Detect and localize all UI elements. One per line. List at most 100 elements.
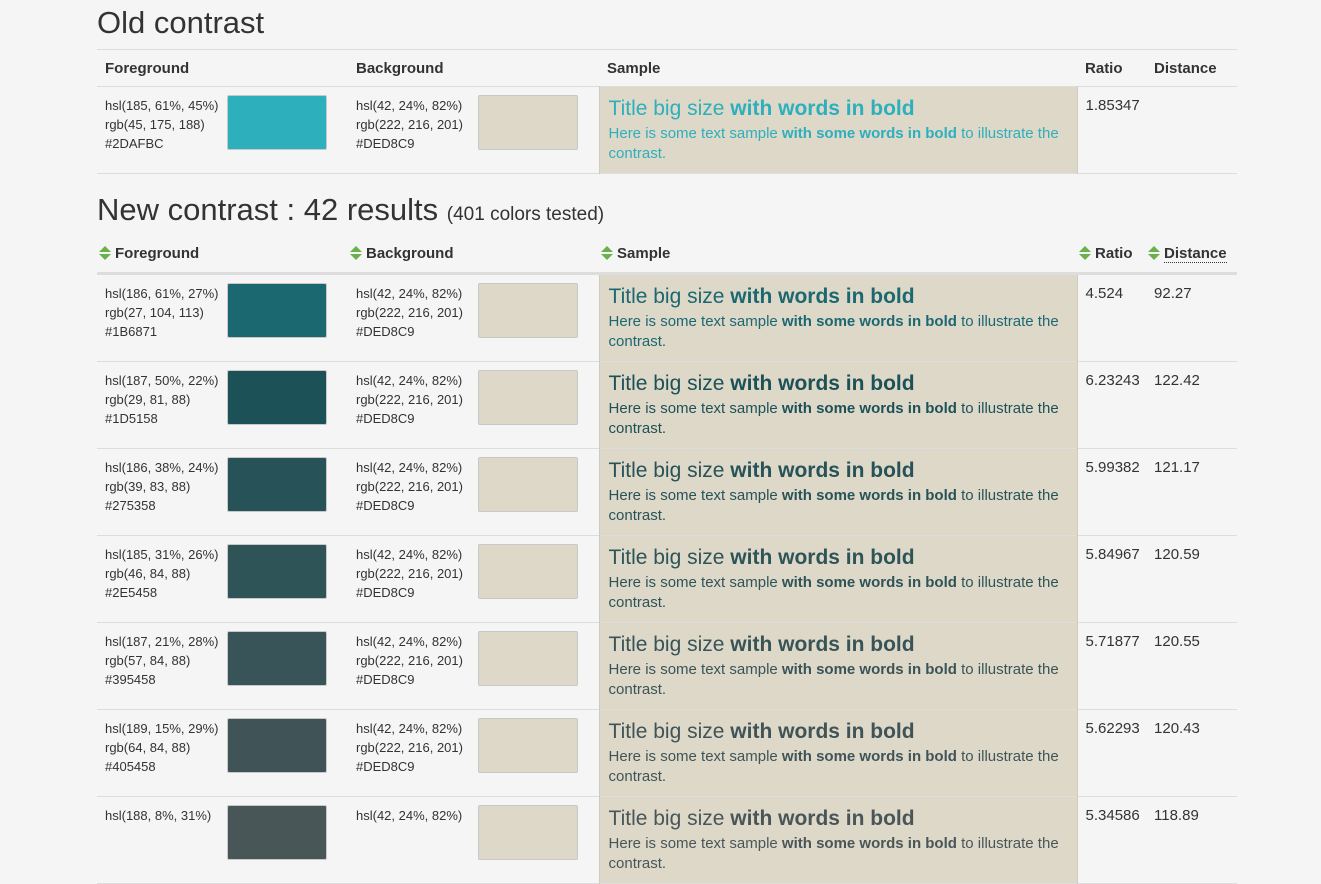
sort-sample[interactable]: Sample: [599, 236, 1077, 273]
sample-title: Title big size with words in bold: [609, 371, 1068, 397]
contrast-sample: Title big size with words in bold Here i…: [598, 709, 1078, 796]
sample-title: Title big size with words in bold: [609, 545, 1068, 571]
bg-swatch-cell: [478, 273, 599, 361]
new-table-header: Foreground Background Sample Ratio Dista…: [97, 236, 1238, 273]
fg-hex: #1D5158: [105, 410, 158, 426]
sample-title-regular: Title big size: [608, 284, 731, 308]
contrast-sample: Title big size with words in bold Here i…: [598, 86, 1078, 174]
sort-foreground[interactable]: Foreground: [97, 236, 348, 273]
fg-hex: #1B6871: [105, 323, 158, 339]
distance-value: 121.17: [1154, 458, 1200, 476]
background-values: hsl(42, 24%, 82%) rgb(222, 216, 201) #DE…: [348, 709, 478, 796]
sample-title-regular: Title big size: [608, 371, 731, 395]
table-row: hsl(185, 31%, 26%) rgb(46, 84, 88) #2E54…: [97, 535, 1238, 622]
foreground-swatch: [227, 456, 327, 512]
sample-title-regular: Title big size: [608, 545, 731, 569]
sort-background[interactable]: Background: [348, 236, 599, 273]
fg-rgb: rgb(64, 84, 88): [105, 739, 191, 755]
bg-swatch-cell: [478, 361, 599, 448]
table-row: hsl(188, 8%, 31%) hsl(42, 24%, 82%) Titl…: [97, 796, 1238, 883]
sort-arrows-icon: [1079, 246, 1092, 261]
old-table-header: Foreground Background Sample Ratio Dista…: [97, 49, 1238, 87]
sample-text-a: Here is some text sample: [608, 125, 782, 142]
fg-hsl: hsl(185, 31%, 26%): [105, 546, 219, 562]
bg-swatch-cell: [478, 87, 599, 174]
sample-text-bold: with some words in bold: [781, 747, 957, 765]
sample-title-bold: with words in bold: [730, 719, 915, 743]
bg-swatch-cell: [478, 709, 599, 796]
fg-hsl: hsl(188, 8%, 31%): [105, 807, 212, 823]
background-swatch: [478, 543, 578, 599]
background-swatch: [478, 456, 578, 512]
fg-swatch-cell: [227, 361, 348, 448]
fg-swatch-cell: [227, 448, 348, 535]
contrast-sample: Title big size with words in bold Here i…: [598, 535, 1078, 622]
fg-rgb: rgb(45, 175, 188): [105, 117, 205, 132]
fg-hsl: hsl(187, 21%, 28%): [105, 633, 219, 649]
sample-text: Here is some text sample with some words…: [609, 747, 1068, 796]
bg-rgb: rgb(222, 216, 201): [356, 391, 463, 407]
fg-hex: #405458: [105, 758, 156, 774]
sort-ratio[interactable]: Ratio: [1077, 236, 1146, 273]
table-row: hsl(187, 50%, 22%) rgb(29, 81, 88) #1D51…: [97, 361, 1238, 448]
ratio-value: 6.23243: [1085, 371, 1140, 389]
background-swatch: [478, 717, 578, 773]
foreground-values: hsl(187, 50%, 22%) rgb(29, 81, 88) #1D51…: [97, 361, 227, 448]
fg-rgb: rgb(27, 104, 113): [105, 304, 204, 320]
ratio-value: 5.71877: [1085, 632, 1140, 650]
background-values: hsl(42, 24%, 82%) rgb(222, 216, 201) #DE…: [348, 361, 478, 448]
contrast-sample: Title big size with words in bold Here i…: [598, 361, 1078, 448]
bg-swatch-cell: [478, 796, 599, 883]
sample-title: Title big size with words in bold: [609, 719, 1068, 745]
bg-rgb: rgb(222, 216, 201): [356, 304, 463, 320]
background-values: hsl(42, 24%, 82%) rgb(222, 216, 201) #DE…: [348, 622, 478, 709]
sample-text-bold: with some words in bold: [781, 834, 957, 852]
fg-swatch-cell: [227, 622, 348, 709]
sample-text-a: Here is some text sample: [608, 573, 782, 591]
background-swatch: [478, 630, 578, 686]
bg-hex: #DED8C9: [356, 584, 415, 600]
sample-title: Title big size with words in bold: [609, 632, 1068, 658]
bg-hsl: hsl(42, 24%, 82%): [356, 98, 463, 113]
fg-hex: #2DAFBC: [105, 136, 164, 151]
sort-arrows-icon: [99, 246, 111, 261]
sample-text: Here is some text sample with some words…: [609, 573, 1068, 622]
old-header-background: Background: [356, 59, 444, 77]
sample-text-bold: with some words in bold: [781, 486, 957, 504]
sample-title: Title big size with words in bold: [609, 96, 1068, 122]
sample-title: Title big size with words in bold: [609, 458, 1068, 484]
sort-foreground-label: Foreground: [115, 245, 200, 263]
sample-title: Title big size with words in bold: [609, 284, 1068, 310]
sample-text-a: Here is some text sample: [608, 312, 782, 330]
table-row: hsl(186, 38%, 24%) rgb(39, 83, 88) #2753…: [97, 448, 1238, 535]
bg-hsl: hsl(42, 24%, 82%): [356, 633, 463, 649]
fg-rgb: rgb(57, 84, 88): [105, 652, 191, 668]
sample-title-bold: with words in bold: [730, 97, 915, 120]
foreground-values: hsl(187, 21%, 28%) rgb(57, 84, 88) #3954…: [97, 622, 227, 709]
foreground-values: hsl(186, 38%, 24%) rgb(39, 83, 88) #2753…: [97, 448, 227, 535]
distance-value: 120.59: [1154, 545, 1200, 563]
ratio-value: 5.34586: [1085, 806, 1140, 824]
sample-text-bold: with some words in bold: [781, 125, 957, 142]
fg-hsl: hsl(186, 61%, 27%): [105, 285, 219, 301]
fg-swatch-cell: [227, 796, 348, 883]
sample-text-bold: with some words in bold: [781, 573, 957, 591]
fg-rgb: rgb(29, 81, 88): [105, 391, 191, 407]
sample-title-bold: with words in bold: [730, 371, 915, 395]
foreground-values: hsl(185, 31%, 26%) rgb(46, 84, 88) #2E54…: [97, 535, 227, 622]
foreground-values: hsl(188, 8%, 31%): [97, 796, 227, 883]
bg-hsl: hsl(42, 24%, 82%): [356, 285, 463, 301]
bg-hex: #DED8C9: [356, 497, 415, 513]
fg-hsl: hsl(189, 15%, 29%): [105, 720, 219, 736]
foreground-swatch: [227, 630, 327, 686]
sample-text-bold: with some words in bold: [781, 399, 957, 417]
fg-hsl: hsl(187, 50%, 22%): [105, 372, 219, 388]
sample-title-regular: Title big size: [608, 806, 731, 830]
sort-distance[interactable]: Distance: [1146, 236, 1237, 273]
sample-text: Here is some text sample with some words…: [609, 124, 1068, 173]
new-contrast-table: Foreground Background Sample Ratio Dista…: [97, 236, 1238, 884]
fg-swatch-cell: [227, 535, 348, 622]
sample-text: Here is some text sample with some words…: [609, 834, 1068, 883]
sample-text-a: Here is some text sample: [608, 747, 782, 765]
sample-text: Here is some text sample with some words…: [609, 399, 1068, 448]
